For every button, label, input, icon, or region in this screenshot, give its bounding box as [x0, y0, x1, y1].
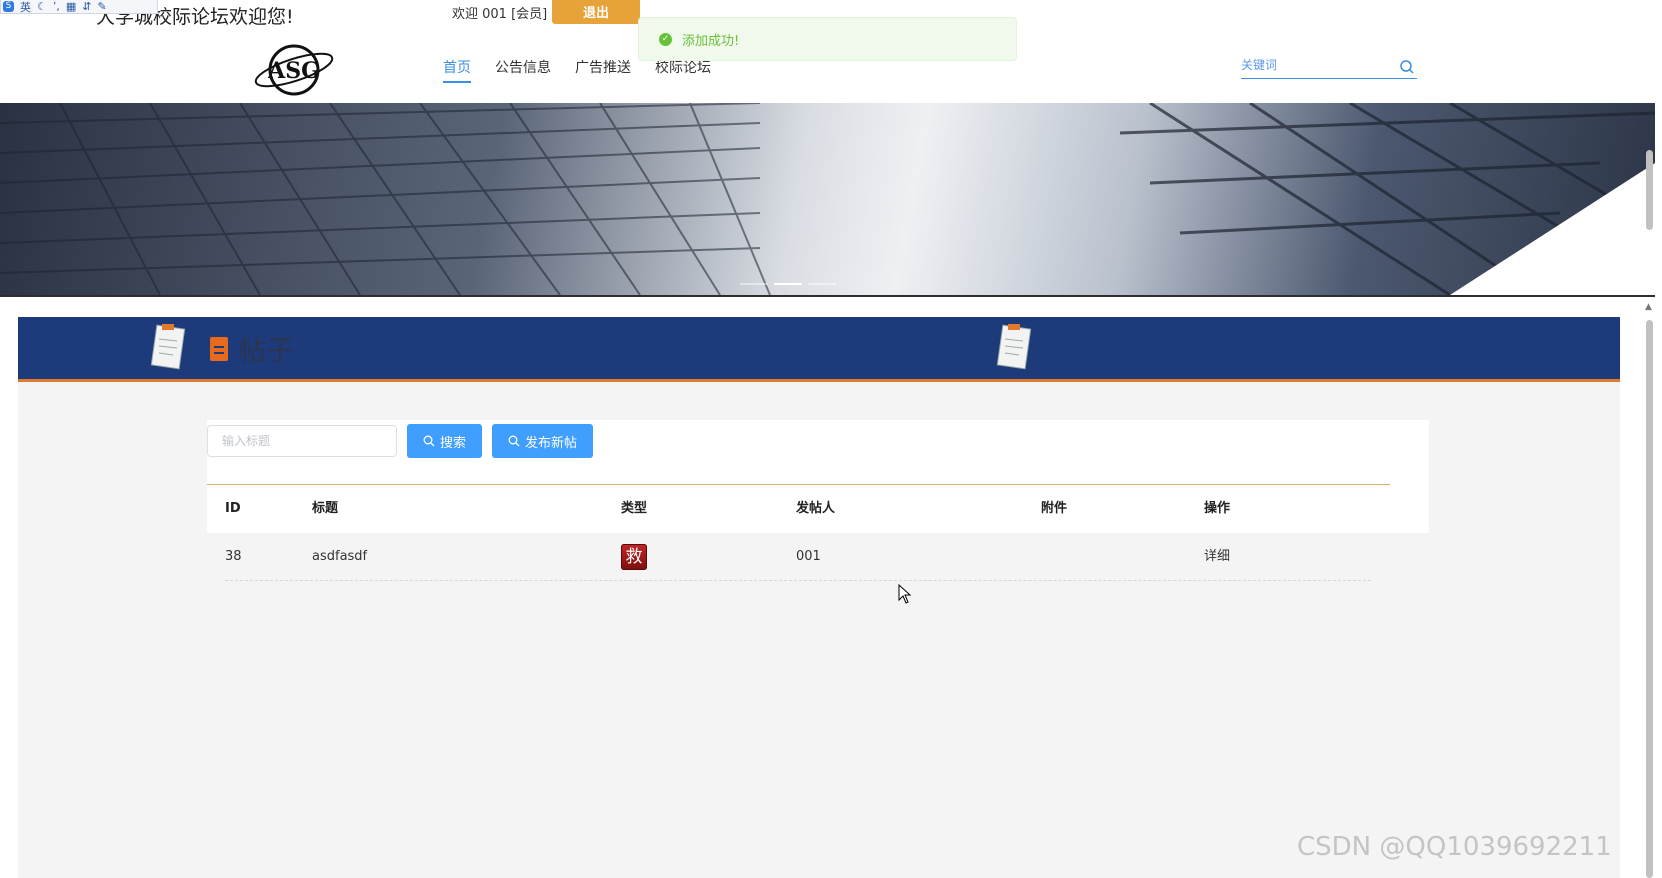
punctuation-icon[interactable]: ’,	[53, 0, 60, 13]
logout-button[interactable]: 退出	[552, 0, 640, 24]
hero-banner	[0, 103, 1655, 297]
search-icon[interactable]	[1399, 59, 1415, 75]
ime-toolbar[interactable]: S 英 ☾ ’, ▦ ⇵ ✎	[0, 0, 158, 14]
nav-item-announcements[interactable]: 公告信息	[495, 57, 551, 83]
banner-dot[interactable]	[808, 283, 836, 285]
ime-logo-icon[interactable]: S	[3, 1, 14, 12]
scrollbar-thumb-upper[interactable]	[1646, 150, 1653, 230]
new-post-button-label: 发布新帖	[525, 435, 578, 451]
type-badge: 救	[621, 544, 647, 570]
title-search-input[interactable]	[207, 425, 397, 457]
posts-table: ID 标题 类型 发帖人 附件 操作 38 asdfasdf 救 001 详细	[207, 485, 1429, 581]
cell-type: 救	[621, 533, 647, 581]
watermark: CSDN @QQ1039692211	[1297, 832, 1612, 862]
skin-icon[interactable]: ⇵	[82, 0, 91, 13]
cell-author: 001	[796, 549, 821, 564]
main-content: 帖子 搜索 发布新帖 ID	[18, 317, 1620, 878]
section-header: 帖子	[18, 317, 1620, 382]
logo-text: ASG	[267, 58, 320, 84]
check-circle-icon: ✓	[659, 32, 672, 46]
column-header-attachment: 附件	[1041, 501, 1068, 516]
column-header-title: 标题	[312, 501, 339, 516]
toast-message: 添加成功!	[682, 33, 740, 49]
nav-item-ads[interactable]: 广告推送	[575, 57, 631, 83]
cell-id: 38	[225, 549, 242, 564]
search-button-label: 搜索	[440, 435, 467, 451]
banner-dot-active[interactable]	[774, 283, 802, 285]
ime-mode-label[interactable]: 英	[20, 0, 31, 15]
search-button[interactable]: 搜索	[407, 424, 483, 458]
banner-image	[0, 103, 1655, 295]
clipboard-icon	[996, 324, 1032, 370]
moon-icon[interactable]: ☾	[37, 0, 47, 13]
table-header-row: ID 标题 类型 发帖人 附件 操作	[207, 485, 1429, 533]
column-header-id: ID	[225, 501, 241, 516]
mouse-cursor-icon	[898, 584, 912, 604]
detail-link[interactable]: 详细	[1204, 533, 1230, 581]
cell-title: asdfasdf	[312, 549, 368, 564]
nav-item-home[interactable]: 首页	[443, 57, 471, 83]
scrollbar-thumb[interactable]	[1646, 320, 1653, 878]
welcome-text: 欢迎 001 [会员]	[452, 7, 548, 22]
section-title: 帖子	[210, 329, 294, 369]
success-toast: ✓ 添加成功!	[638, 17, 1017, 61]
posts-panel: 搜索 发布新帖 ID 标题 类型 发帖人 附件 操作 38	[207, 420, 1429, 581]
document-icon	[210, 337, 228, 361]
banner-dot[interactable]	[740, 283, 768, 285]
column-header-type: 类型	[621, 501, 648, 516]
page-scrollbar[interactable]: ▲	[1645, 150, 1654, 878]
tools-icon[interactable]: ✎	[98, 0, 107, 13]
column-header-author: 发帖人	[796, 501, 836, 516]
site-logo[interactable]: ASG	[252, 40, 336, 98]
clipboard-icon	[150, 324, 186, 370]
search-icon	[423, 435, 435, 447]
search-icon	[508, 435, 520, 447]
scroll-up-arrow-icon[interactable]: ▲	[1645, 302, 1652, 312]
banner-pagination	[740, 283, 836, 285]
keyword-search	[1241, 54, 1417, 79]
column-header-action: 操作	[1204, 501, 1231, 516]
keyboard-icon[interactable]: ▦	[66, 0, 76, 13]
new-post-button[interactable]: 发布新帖	[492, 424, 594, 458]
posts-toolbar: 搜索 发布新帖	[207, 424, 594, 458]
table-row: 38 asdfasdf 救 001 详细	[207, 533, 1429, 581]
section-title-text: 帖子	[238, 334, 295, 367]
keyword-search-input[interactable]	[1241, 54, 1391, 76]
